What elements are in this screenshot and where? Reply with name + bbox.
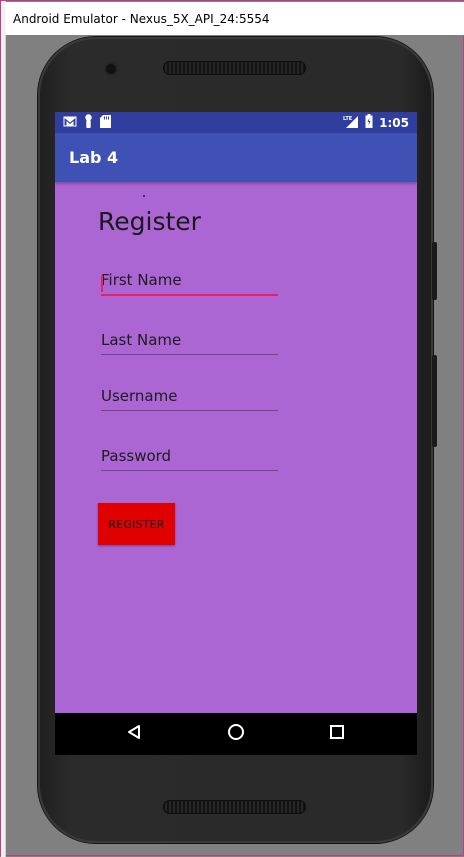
register-button[interactable]: REGISTER (98, 503, 175, 545)
text-cursor (101, 275, 103, 292)
bottom-speaker-grille (163, 800, 306, 814)
background-window-edge (1, 1, 6, 857)
navigation-bar (55, 713, 417, 755)
last-name-field[interactable] (101, 325, 278, 355)
home-button[interactable] (211, 713, 261, 755)
first-name-field[interactable] (101, 266, 278, 296)
clock: 1:05 (379, 115, 409, 130)
page-title: Register (98, 207, 201, 236)
emulator-window: Android Emulator - Nexus_5X_API_24:5554 (0, 0, 464, 857)
window-title: Android Emulator - Nexus_5X_API_24:5554 (13, 11, 270, 26)
layout-artifact-dot (143, 195, 145, 197)
app-title: Lab 4 (69, 148, 119, 167)
power-button[interactable] (432, 355, 437, 447)
gmail-icon (63, 116, 77, 130)
signal-icon: LTE (343, 115, 359, 131)
recents-button[interactable] (312, 713, 362, 755)
person-icon (84, 114, 93, 131)
svg-text:LTE: LTE (343, 116, 353, 122)
recents-icon (329, 724, 345, 744)
sd-card-icon (100, 114, 111, 131)
window-title-bar[interactable]: Android Emulator - Nexus_5X_API_24:5554 (5, 2, 464, 35)
status-bar: LTE 1:05 (55, 112, 417, 133)
app-bar: Lab 4 (55, 133, 417, 182)
device-screen: LTE 1:05 Lab 4 Register REGISTER (55, 112, 417, 755)
home-icon (227, 723, 245, 745)
volume-button[interactable] (432, 242, 437, 300)
front-camera (106, 64, 116, 74)
battery-icon (365, 114, 373, 131)
password-field[interactable] (101, 441, 278, 471)
username-field[interactable] (101, 381, 278, 411)
top-speaker-grille (163, 61, 306, 75)
back-icon (126, 724, 142, 744)
back-button[interactable] (109, 713, 159, 755)
